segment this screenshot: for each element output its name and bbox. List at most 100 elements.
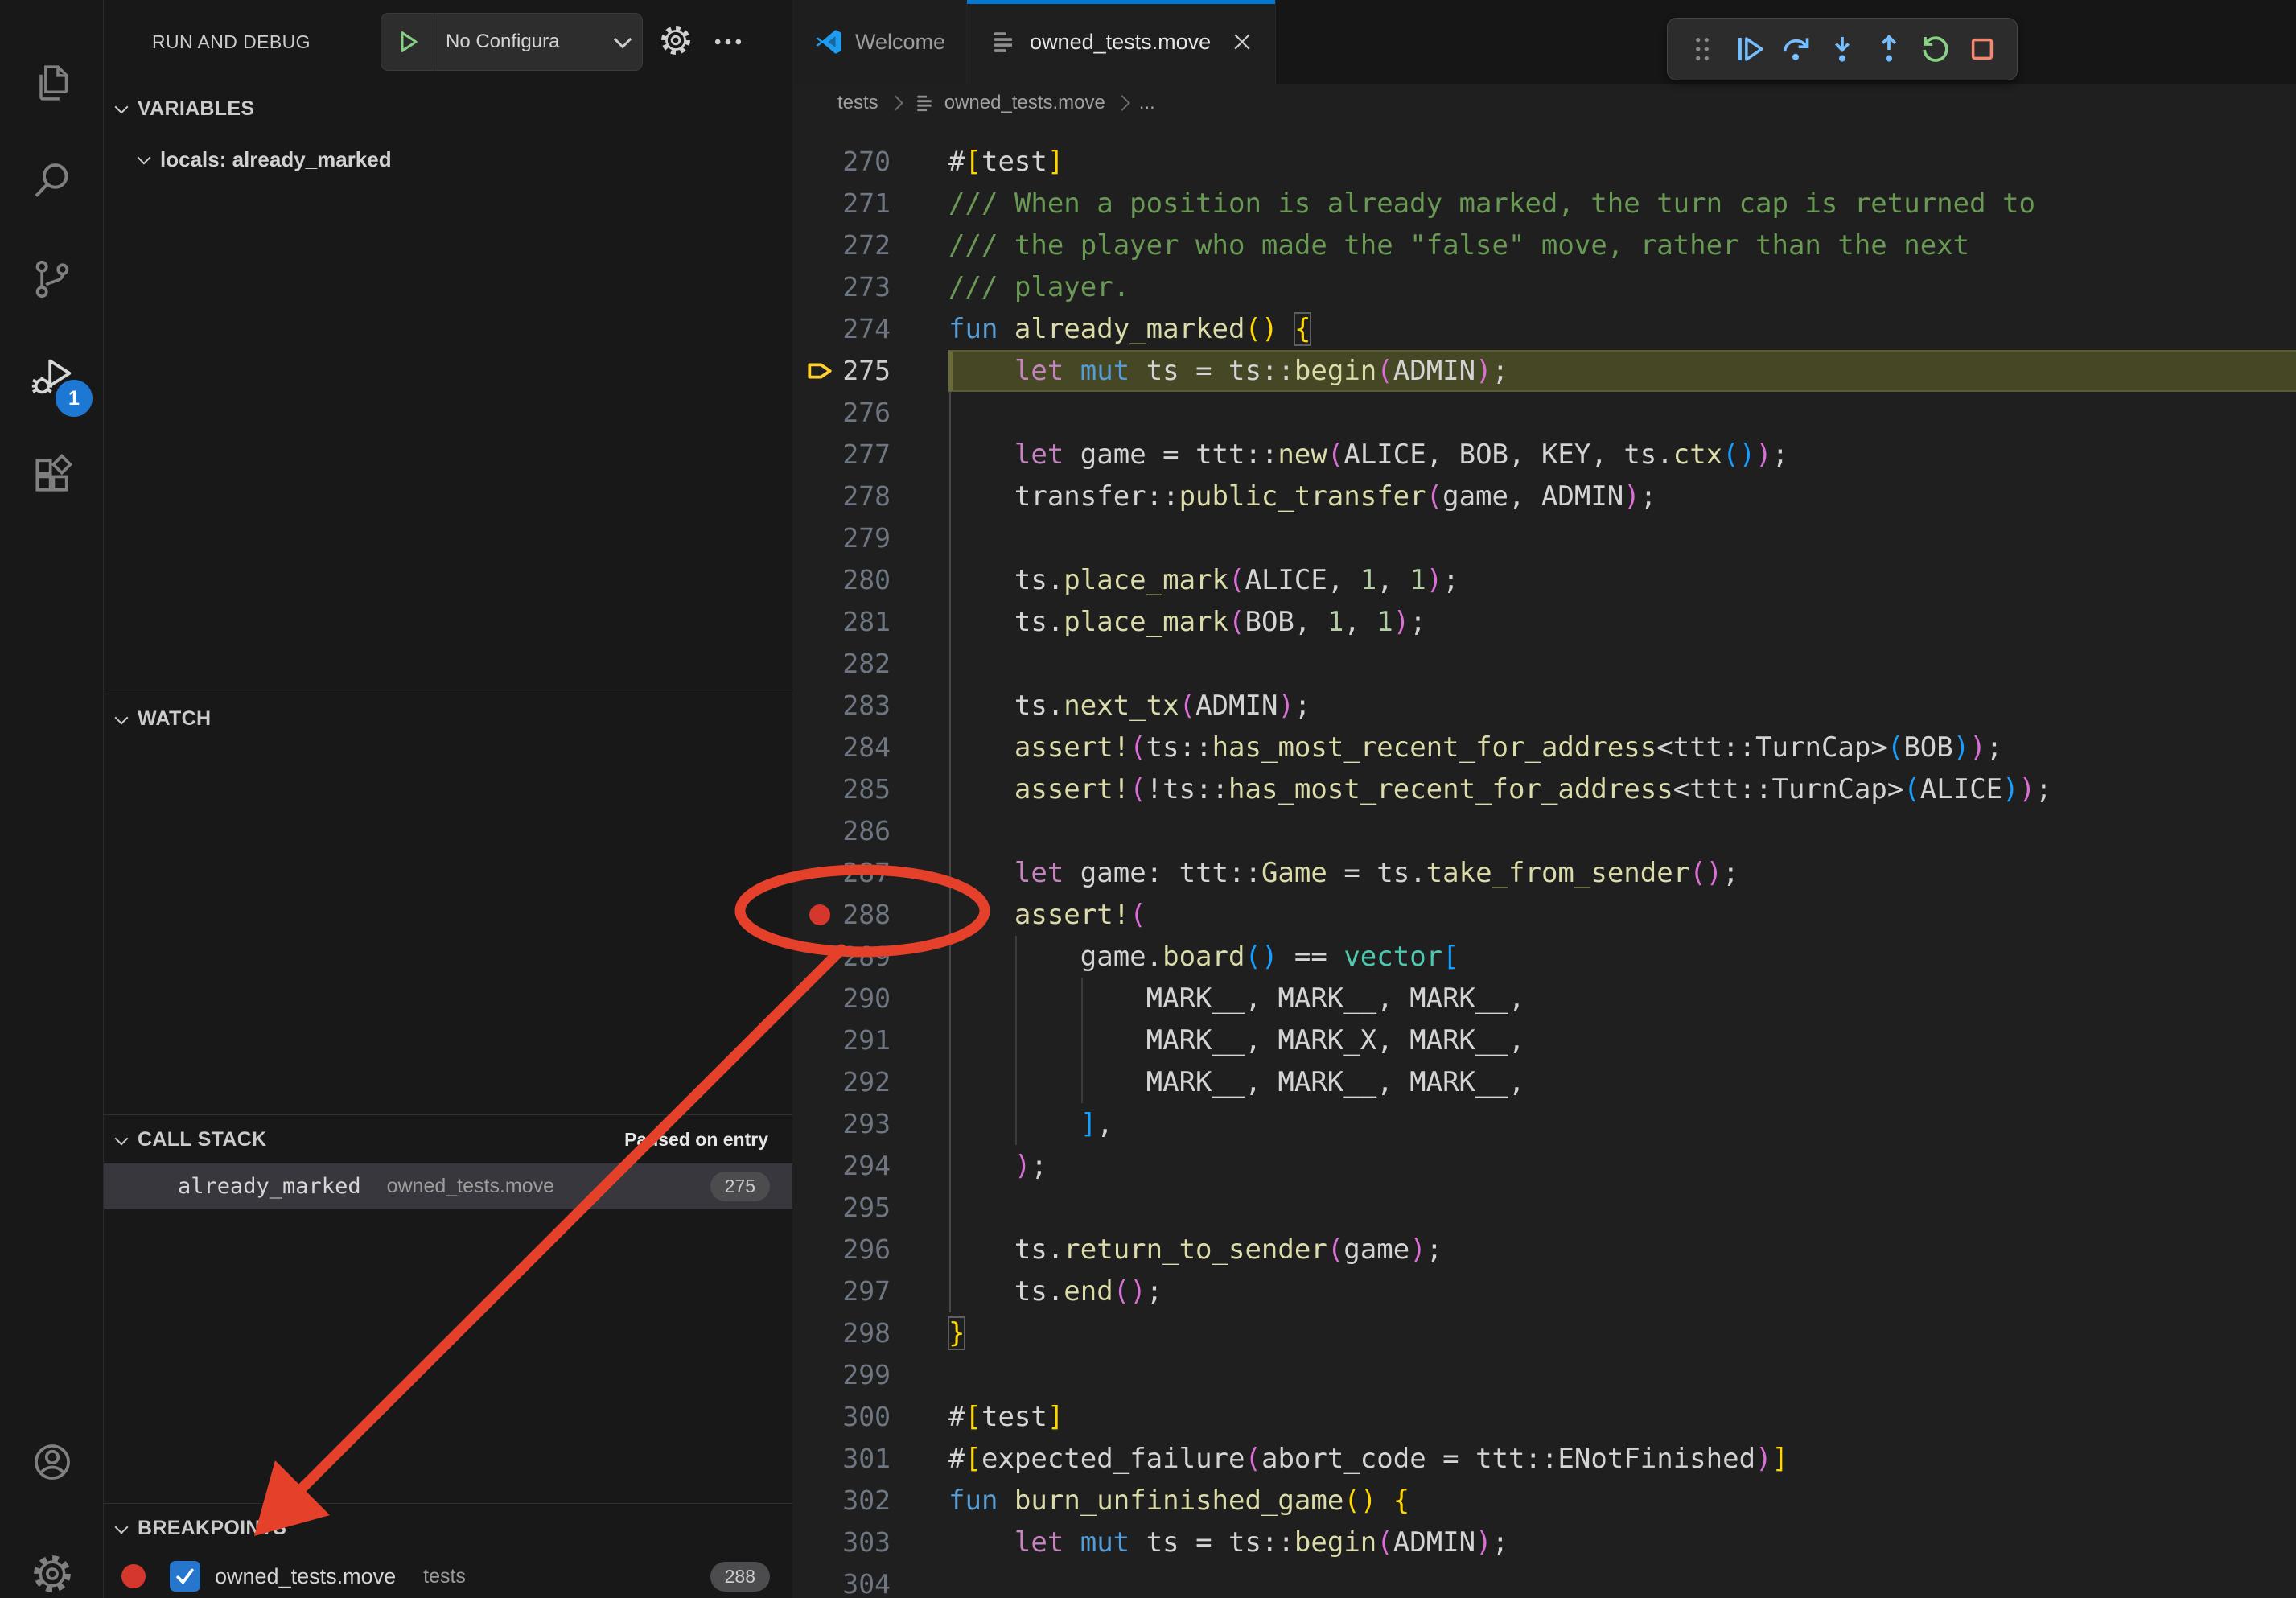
code-line: 281 ts.place_mark(BOB, 1, 1);: [792, 601, 2296, 643]
breadcrumb-item-tests[interactable]: tests: [837, 92, 878, 114]
chevron-right-icon: [1114, 95, 1130, 111]
section-header-variables[interactable]: VARIABLES: [104, 84, 792, 134]
code-line: 298}: [792, 1312, 2296, 1354]
tab-label: Welcome: [855, 30, 945, 55]
code-line: 273/// player.: [792, 266, 2296, 308]
code-line-text: [948, 517, 2296, 559]
frame-file-name: owned_tests.move: [387, 1175, 554, 1198]
line-number: 296: [792, 1229, 891, 1271]
line-number: 301: [792, 1438, 891, 1480]
code-line: 279: [792, 517, 2296, 559]
code-line: 289 game.board() == vector[: [792, 936, 2296, 978]
code-line-text: [948, 810, 2296, 852]
activity-item-account[interactable]: [0, 1415, 104, 1513]
step-out-button[interactable]: [1868, 28, 1910, 70]
line-number: 279: [792, 517, 891, 559]
activity-item-explorer[interactable]: [0, 35, 104, 134]
code-editor[interactable]: 270#[test]271/// When a position is alre…: [792, 122, 2296, 1598]
code-line-text: [948, 1563, 2296, 1598]
code-line-text: transfer::public_transfer(game, ADMIN);: [948, 476, 2296, 517]
code-line-text: [948, 1354, 2296, 1396]
drag-grip-icon[interactable]: [1681, 28, 1723, 70]
section-header-breakpoints[interactable]: BREAKPOINTS: [104, 1503, 792, 1553]
code-line: 285 assert!(!ts::has_most_recent_for_add…: [792, 768, 2296, 810]
vscode-logo-icon: [813, 27, 844, 57]
line-number: 270: [792, 141, 891, 183]
explorer-icon: [30, 60, 75, 109]
source-control-icon: [30, 257, 75, 306]
line-number: 272: [792, 224, 891, 266]
restart-button[interactable]: [1915, 28, 1957, 70]
breakpoint-dot-icon: [121, 1564, 146, 1588]
account-icon: [30, 1439, 75, 1489]
code-line-text: assert!(!ts::has_most_recent_for_address…: [948, 768, 2296, 810]
gear-icon: [30, 1551, 75, 1598]
chevron-down-icon: [115, 101, 129, 114]
code-line: 297 ts.end();: [792, 1271, 2296, 1312]
code-line: 286: [792, 810, 2296, 852]
frame-function-name: already_marked: [178, 1174, 361, 1199]
code-line: 294 );: [792, 1145, 2296, 1187]
line-number: 278: [792, 476, 891, 517]
debug-config-dropdown[interactable]: No Configura: [381, 13, 643, 71]
code-line-text: let game = ttt::new(ALICE, BOB, KEY, ts.…: [948, 434, 2296, 476]
stop-button[interactable]: [1961, 28, 2003, 70]
code-line-text: assert!(ts::has_most_recent_for_address<…: [948, 727, 2296, 768]
chevron-down-icon: [115, 1520, 129, 1534]
code-line: 283 ts.next_tx(ADMIN);: [792, 685, 2296, 727]
activity-item-settings[interactable]: [0, 1526, 104, 1598]
code-line: 278 transfer::public_transfer(game, ADMI…: [792, 476, 2296, 517]
code-line: 282: [792, 643, 2296, 685]
debug-settings-gear-icon[interactable]: [653, 19, 698, 64]
code-line: 303 let mut ts = ts::begin(ADMIN);: [792, 1522, 2296, 1563]
code-line: 276: [792, 392, 2296, 434]
line-number: 276: [792, 392, 891, 434]
line-number: 286: [792, 810, 891, 852]
code-line-text: [948, 1187, 2296, 1229]
start-debugging-icon[interactable]: [381, 14, 434, 70]
activity-item-source-control[interactable]: [0, 232, 104, 330]
code-line-text: let mut ts = ts::begin(ADMIN);: [948, 350, 2296, 392]
search-icon: [30, 159, 75, 208]
scope-label: locals: already_marked: [160, 147, 392, 172]
call-stack-frame[interactable]: already_marked owned_tests.move 275: [104, 1163, 792, 1209]
line-number: 274: [792, 308, 891, 350]
code-line-text: ts.next_tx(ADMIN);: [948, 685, 2296, 727]
line-number: 295: [792, 1187, 891, 1229]
activity-item-search[interactable]: [0, 134, 104, 232]
section-header-watch[interactable]: WATCH: [104, 694, 792, 743]
move-file-icon: [912, 91, 936, 115]
code-line: 277 let game = ttt::new(ALICE, BOB, KEY,…: [792, 434, 2296, 476]
close-icon[interactable]: [1230, 30, 1254, 54]
step-over-button[interactable]: [1775, 28, 1817, 70]
activity-item-run-and-debug[interactable]: 1: [0, 330, 104, 428]
breakpoint-enabled-checkbox[interactable]: [170, 1561, 200, 1592]
step-into-button[interactable]: [1821, 28, 1863, 70]
tab-welcome[interactable]: Welcome: [792, 0, 967, 84]
tab-owned-tests-move[interactable]: owned_tests.move: [967, 0, 1276, 84]
code-line-text: fun already_marked() {: [948, 308, 2296, 350]
variables-scope-locals[interactable]: locals: already_marked: [104, 137, 792, 182]
debug-toolbar: [1667, 18, 2018, 80]
code-line-text: ts.end();: [948, 1271, 2296, 1312]
chevron-down-icon: [138, 151, 151, 165]
code-line: 300#[test]: [792, 1396, 2296, 1438]
section-header-call-stack[interactable]: CALL STACK Paused on entry: [104, 1114, 792, 1164]
breadcrumb-item-file[interactable]: owned_tests.move: [944, 92, 1105, 114]
line-number: 302: [792, 1480, 891, 1522]
continue-button[interactable]: [1728, 28, 1770, 70]
code-line: 302fun burn_unfinished_game() {: [792, 1480, 2296, 1522]
line-number: 273: [792, 266, 891, 308]
code-line: 304: [792, 1563, 2296, 1598]
breakpoint-item[interactable]: owned_tests.move tests 288: [104, 1555, 792, 1598]
breadcrumb-item-symbol[interactable]: ...: [1139, 92, 1155, 114]
code-line: 284 assert!(ts::has_most_recent_for_addr…: [792, 727, 2296, 768]
sidebar-run-and-debug: RUN AND DEBUG No Configura VARIABLES loc…: [104, 0, 792, 1598]
line-number: 299: [792, 1354, 891, 1396]
extensions-icon: [30, 453, 75, 502]
more-actions-icon[interactable]: [706, 19, 751, 64]
editor-group: Welcome owned_tests.move tests owned_tes…: [792, 0, 2296, 1598]
section-title: WATCH: [138, 707, 211, 731]
chevron-down-icon: [115, 1131, 129, 1145]
activity-item-extensions[interactable]: [0, 428, 104, 526]
